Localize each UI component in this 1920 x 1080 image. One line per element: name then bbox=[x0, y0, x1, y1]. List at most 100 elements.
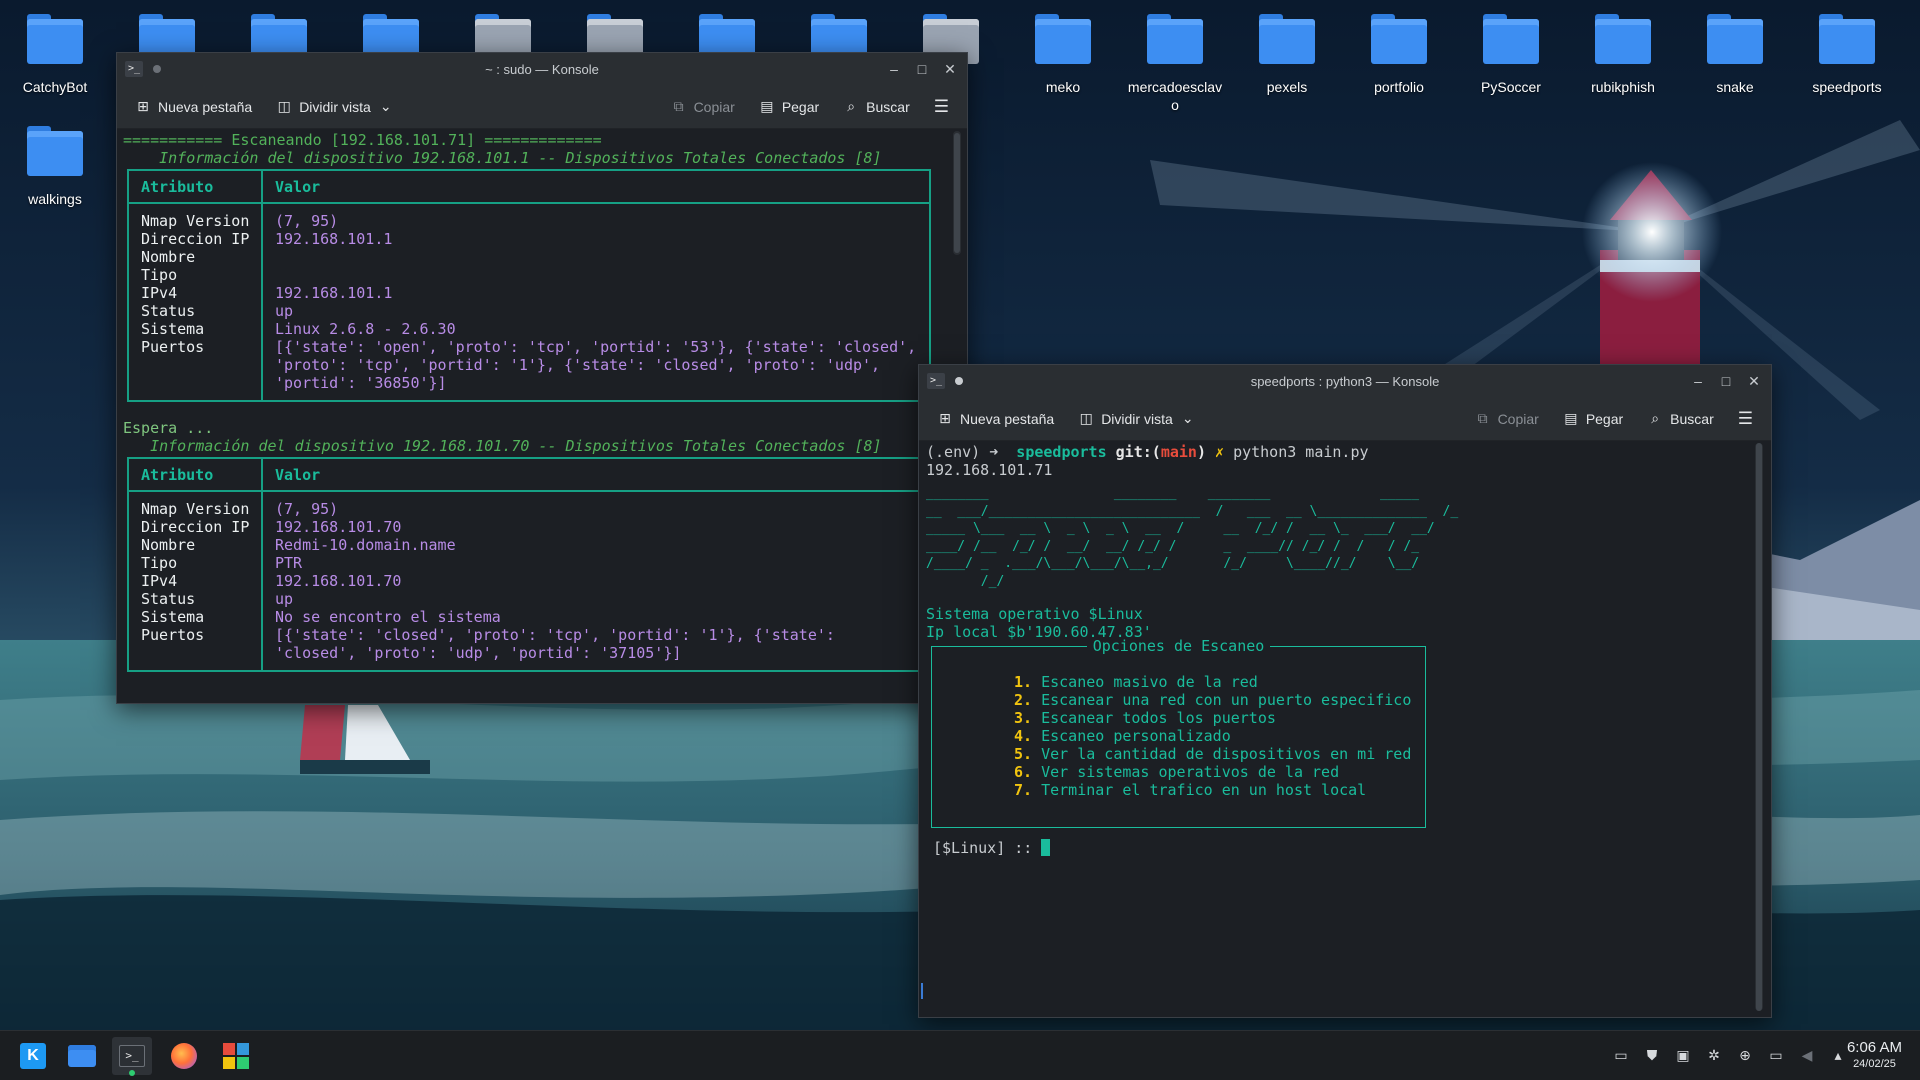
desktop-folder-pysoccer[interactable]: PySoccer bbox=[1461, 14, 1561, 96]
left-edge-caret bbox=[921, 983, 923, 999]
copy-button[interactable]: ⧉ Copiar bbox=[1465, 405, 1549, 433]
search-icon: ⌕ bbox=[1651, 410, 1660, 427]
table-attr-column: Nmap Version Direccion IP Nombre Tipo IP… bbox=[129, 492, 263, 670]
minimize-button[interactable]: – bbox=[883, 58, 905, 80]
digital-clock[interactable]: 6:06 AM 24/02/25 bbox=[1847, 1039, 1902, 1071]
desktop-folder-walkings[interactable]: walkings bbox=[5, 126, 105, 208]
copy-icon: ⧉ bbox=[1477, 410, 1488, 427]
taskbar: K >_ ▭ ⛊ ▣ ✲ ⊕ ▭ ◀ ▴ 6:06 AM 24/02/25 bbox=[0, 1030, 1920, 1080]
split-view-button[interactable]: ◫ Dividir vista ⌄ bbox=[1068, 405, 1206, 433]
folder-icon bbox=[1483, 14, 1539, 64]
split-view-label: Dividir vista bbox=[1101, 410, 1173, 427]
table-attr-column: Nmap Version Direccion IP Nombre Tipo IP… bbox=[129, 204, 263, 400]
paste-button[interactable]: ▤ Pegar bbox=[749, 93, 829, 121]
desktop-folder-catchybot[interactable]: CatchyBot bbox=[5, 14, 105, 96]
taskbar-firefox[interactable] bbox=[164, 1037, 204, 1075]
folder-icon bbox=[27, 14, 83, 64]
minimize-button[interactable]: – bbox=[1687, 370, 1709, 392]
scan-options-box: Opciones de Escaneo 1. Escaneo masivo de… bbox=[931, 637, 1426, 828]
menu-option-text: Escaneo masivo de la red bbox=[1041, 673, 1258, 691]
desktop-folder-snake[interactable]: snake bbox=[1685, 14, 1785, 96]
paste-label: Pegar bbox=[1585, 410, 1624, 427]
desktop-folder-portfolio[interactable]: portfolio bbox=[1349, 14, 1449, 96]
desktop-folder-rubikphish[interactable]: rubikphish bbox=[1573, 14, 1673, 96]
new-tab-button[interactable]: ⊞ Nueva pestaña bbox=[125, 93, 262, 121]
new-tab-label: Nueva pestaña bbox=[960, 410, 1055, 427]
device-table: Atributo Valor Nmap Version Direccion IP… bbox=[127, 169, 931, 402]
table-header-attr: Atributo bbox=[129, 459, 263, 490]
notifications-icon[interactable]: ▭ bbox=[1611, 1048, 1631, 1064]
menu-option: 3. Escanear todos los puertos bbox=[1014, 709, 1425, 727]
prompt-dir: speedports bbox=[1007, 443, 1116, 461]
menu-option-text: Escaneo personalizado bbox=[1041, 727, 1231, 745]
konsole-icon[interactable]: >_ bbox=[927, 373, 945, 389]
prompt-command: python3 main.py bbox=[1233, 443, 1369, 461]
konsole-icon[interactable]: >_ bbox=[125, 61, 143, 77]
chevron-down-icon: ⌄ bbox=[379, 98, 392, 115]
pin-icon[interactable] bbox=[955, 377, 963, 385]
maximize-button[interactable]: □ bbox=[911, 58, 933, 80]
taskbar-discover[interactable] bbox=[216, 1037, 256, 1075]
pin-icon[interactable] bbox=[153, 65, 161, 73]
menu-option-text: Ver la cantidad de dispositivos en mi re… bbox=[1041, 745, 1412, 763]
clipboard-icon[interactable]: ▣ bbox=[1673, 1048, 1693, 1064]
terminal-output[interactable]: (.env) ➜ speedports git:(main) ✗ python3… bbox=[919, 441, 1771, 1017]
split-view-button[interactable]: ◫ Dividir vista ⌄ bbox=[266, 93, 404, 121]
hamburger-menu-icon[interactable]: ☰ bbox=[924, 91, 959, 123]
desktop-folder-pexels[interactable]: pexels bbox=[1237, 14, 1337, 96]
update-icon[interactable]: ⊕ bbox=[1735, 1048, 1755, 1064]
taskbar-konsole[interactable]: >_ bbox=[112, 1037, 152, 1076]
window-titlebar[interactable]: >_ speedports : python3 — Konsole – □ ✕ bbox=[919, 365, 1771, 397]
paste-label: Pegar bbox=[781, 98, 820, 115]
input-prompt: [$Linux] :: bbox=[933, 839, 1042, 857]
window-title: ~ : sudo — Konsole bbox=[485, 61, 599, 77]
vertical-scrollbar[interactable] bbox=[953, 131, 961, 255]
search-button[interactable]: ⌕ Buscar bbox=[833, 93, 920, 121]
terminal-output[interactable]: =========== Escaneando [192.168.101.71] … bbox=[117, 129, 967, 703]
menu-option-number: 1. bbox=[1014, 673, 1033, 691]
new-tab-button[interactable]: ⊞ Nueva pestaña bbox=[927, 405, 1064, 433]
menu-option-text: Escanear una red con un puerto especific… bbox=[1041, 691, 1412, 709]
folder-icon bbox=[1035, 14, 1091, 64]
konsole-window-sudo[interactable]: >_ ~ : sudo — Konsole – □ ✕ ⊞ Nueva pest… bbox=[116, 52, 968, 704]
hamburger-menu-icon[interactable]: ☰ bbox=[1728, 403, 1763, 435]
shield-icon[interactable]: ⛊ bbox=[1642, 1048, 1662, 1064]
window-titlebar[interactable]: >_ ~ : sudo — Konsole – □ ✕ bbox=[117, 53, 967, 85]
software-center-icon bbox=[223, 1043, 249, 1069]
active-indicator bbox=[129, 1070, 135, 1076]
prompt-env: (.env) ➜ bbox=[926, 443, 1008, 461]
maximize-button[interactable]: □ bbox=[1715, 370, 1737, 392]
desktop-folder-speedports[interactable]: speedports bbox=[1797, 14, 1897, 96]
device-info-line: Información del dispositivo 192.168.101.… bbox=[123, 437, 882, 455]
search-label: Buscar bbox=[1670, 410, 1714, 427]
shell-prompt-line: (.env) ➜ speedports git:(main) ✗ python3… bbox=[926, 443, 1369, 461]
vertical-scrollbar[interactable] bbox=[1755, 443, 1763, 1011]
desktop-folder-label: mercadoesclav bbox=[1127, 79, 1223, 95]
volume-muted-icon[interactable]: ◀ bbox=[1797, 1048, 1817, 1064]
desktop-folder-meko[interactable]: meko bbox=[1013, 14, 1113, 96]
table-header-value: Valor bbox=[275, 177, 321, 196]
chevron-up-icon[interactable]: ▴ bbox=[1828, 1048, 1848, 1064]
menu-option-number: 3. bbox=[1014, 709, 1033, 727]
application-launcher-button[interactable]: K bbox=[13, 1037, 53, 1075]
os-line: Sistema operativo $Linux bbox=[926, 605, 1143, 623]
search-button[interactable]: ⌕ Buscar bbox=[1637, 405, 1724, 433]
firefox-icon bbox=[171, 1043, 197, 1069]
close-button[interactable]: ✕ bbox=[1743, 370, 1765, 392]
desktop-folder-mercadoesclavo[interactable]: mercadoesclav o bbox=[1125, 14, 1225, 114]
display-icon[interactable]: ▭ bbox=[1766, 1048, 1786, 1064]
prompt-git: git:( bbox=[1115, 443, 1161, 461]
taskbar-dolphin[interactable] bbox=[62, 1037, 102, 1075]
menu-option: 2. Escanear una red con un puerto especi… bbox=[1014, 691, 1425, 709]
desktop-folder-label-wrap: o bbox=[1171, 97, 1179, 113]
close-button[interactable]: ✕ bbox=[939, 58, 961, 80]
scan-options-title: Opciones de Escaneo bbox=[1086, 637, 1271, 655]
menu-option: 5. Ver la cantidad de dispositivos en mi… bbox=[1014, 745, 1425, 763]
settings-icon[interactable]: ✲ bbox=[1704, 1048, 1724, 1064]
menu-option-text: Ver sistemas operativos de la red bbox=[1041, 763, 1340, 781]
copy-button[interactable]: ⧉ Copiar bbox=[661, 93, 745, 121]
window-title: speedports : python3 — Konsole bbox=[1250, 373, 1440, 389]
input-prompt-line[interactable]: [$Linux] :: bbox=[933, 839, 1051, 857]
konsole-window-speedports[interactable]: >_ speedports : python3 — Konsole – □ ✕ … bbox=[918, 364, 1772, 1018]
paste-button[interactable]: ▤ Pegar bbox=[1553, 405, 1633, 433]
